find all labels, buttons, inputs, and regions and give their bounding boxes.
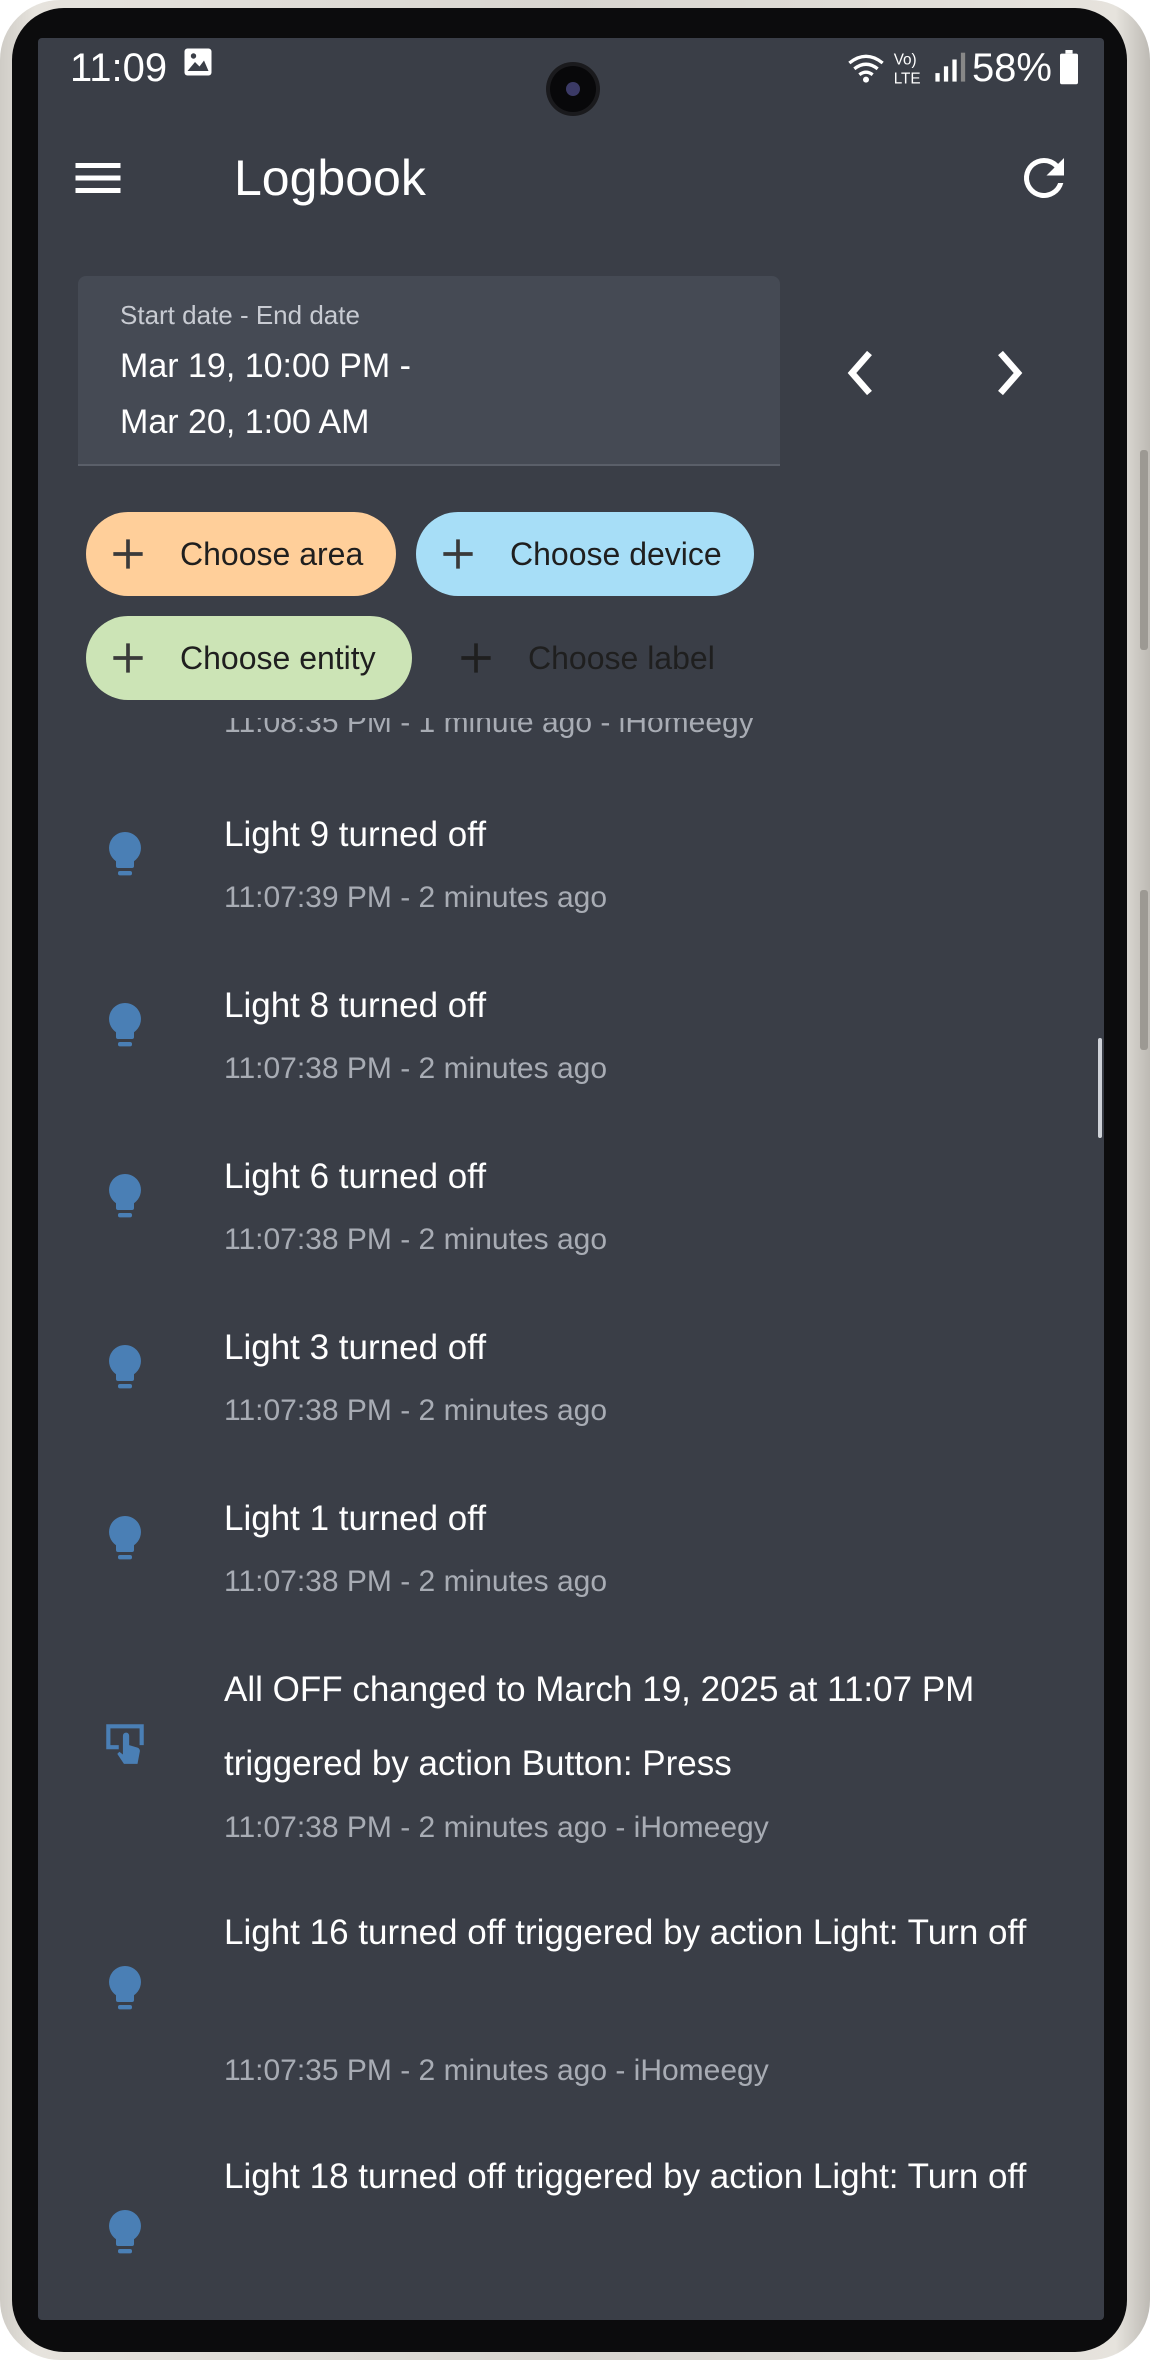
- battery-percent: 58%: [971, 46, 1052, 90]
- plus-icon: [113, 539, 143, 569]
- svg-text:LTE: LTE: [894, 70, 921, 87]
- front-camera: [550, 66, 596, 112]
- lightbulb-icon: [109, 1516, 141, 1560]
- choose-area-button[interactable]: Choose area: [86, 512, 396, 596]
- svg-text:Vo): Vo): [894, 52, 917, 69]
- plus-icon: [443, 539, 473, 569]
- date-range-value: Mar 19, 10:00 PM - Mar 20, 1:00 AM: [120, 338, 720, 450]
- chevron-left-icon[interactable]: [832, 338, 892, 408]
- choose-entity-button[interactable]: Choose entity: [86, 616, 412, 700]
- battery-icon: [1060, 50, 1078, 85]
- gesture-tap-button-icon: [106, 1724, 144, 1764]
- log-entry-title: Light 8 turned off: [224, 986, 487, 1025]
- choose-device-label: Choose device: [510, 535, 722, 572]
- plus-icon: [113, 643, 143, 673]
- chevron-right-icon[interactable]: [978, 338, 1038, 408]
- log-entry-subtitle: 11:07:38 PM - 2 minutes ago: [224, 1052, 607, 1085]
- status-icons: Vo) LTE 58%: [846, 38, 1080, 98]
- lightbulb-icon: [109, 832, 141, 876]
- date-range-end: Mar 20, 1:00 AM: [120, 403, 370, 441]
- log-entry-title: Light 3 turned off: [224, 1328, 487, 1367]
- log-entry-title: Light 18 turned off triggered by action …: [224, 2157, 1027, 2196]
- app-bar: Logbook: [38, 118, 1104, 238]
- log-entry-subtitle: 11:07:38 PM - 2 minutes ago: [224, 1394, 607, 1427]
- scrollbar[interactable]: [1098, 1038, 1102, 1138]
- log-entry-title: All OFF changed to March 19, 2025 at 11:…: [224, 1670, 975, 1783]
- status-time: 11:09: [70, 46, 168, 90]
- signal-icon: [935, 52, 966, 82]
- lightbulb-icon: [109, 1966, 141, 2010]
- log-entry-title: Light 16 turned off triggered by action …: [224, 1913, 1027, 1952]
- logbook-list[interactable]: 11:08:35 PM - 1 minute ago - iHomeegy Li…: [38, 718, 1104, 2320]
- volte-icon: Vo) LTE: [894, 52, 921, 87]
- power-button: [1140, 890, 1148, 1050]
- choose-label-label: Choose label: [528, 639, 715, 676]
- date-range-label: Start date - End date: [120, 300, 360, 330]
- log-entry-title: Light 6 turned off: [224, 1157, 487, 1196]
- date-range-picker[interactable]: Start date - End date Mar 19, 10:00 PM -…: [78, 276, 780, 466]
- log-entry-subtitle: 11:07:35 PM - 2 minutes ago - iHomeegy: [224, 2054, 769, 2087]
- refresh-icon[interactable]: [1014, 148, 1074, 208]
- log-entry-title: Light 9 turned off: [224, 815, 487, 854]
- choose-device-button[interactable]: Choose device: [416, 512, 754, 596]
- lightbulb-icon: [109, 1174, 141, 1218]
- lightbulb-icon: [109, 1003, 141, 1047]
- log-entry-title: Light 1 turned off: [224, 1499, 487, 1538]
- choose-entity-label: Choose entity: [180, 639, 376, 676]
- log-entry-subtitle: 11:07:38 PM - 2 minutes ago: [224, 1223, 607, 1256]
- lightbulb-icon: [109, 2210, 141, 2254]
- log-entry-partial-subtitle: 11:08:35 PM - 1 minute ago - iHomeegy: [224, 718, 754, 739]
- choose-label-button[interactable]: Choose label: [434, 616, 734, 700]
- hamburger-menu-icon[interactable]: [68, 148, 128, 208]
- image-icon: [184, 48, 212, 76]
- volume-button: [1140, 450, 1148, 650]
- plus-icon: [461, 643, 491, 673]
- wifi-icon: [848, 54, 884, 83]
- date-range-start: Mar 19, 10:00 PM -: [120, 347, 412, 385]
- log-entry-subtitle: 11:07:38 PM - 2 minutes ago - iHomeegy: [224, 1811, 769, 1844]
- log-entry-subtitle: 11:07:39 PM - 2 minutes ago: [224, 881, 607, 914]
- choose-area-label: Choose area: [180, 535, 364, 572]
- lightbulb-icon: [109, 1345, 141, 1389]
- page-title: Logbook: [234, 150, 426, 206]
- log-entry-subtitle: 11:07:38 PM - 2 minutes ago: [224, 1565, 607, 1598]
- screen: 11:09 Vo) LTE 58% Logbook Start date - E…: [38, 38, 1104, 2320]
